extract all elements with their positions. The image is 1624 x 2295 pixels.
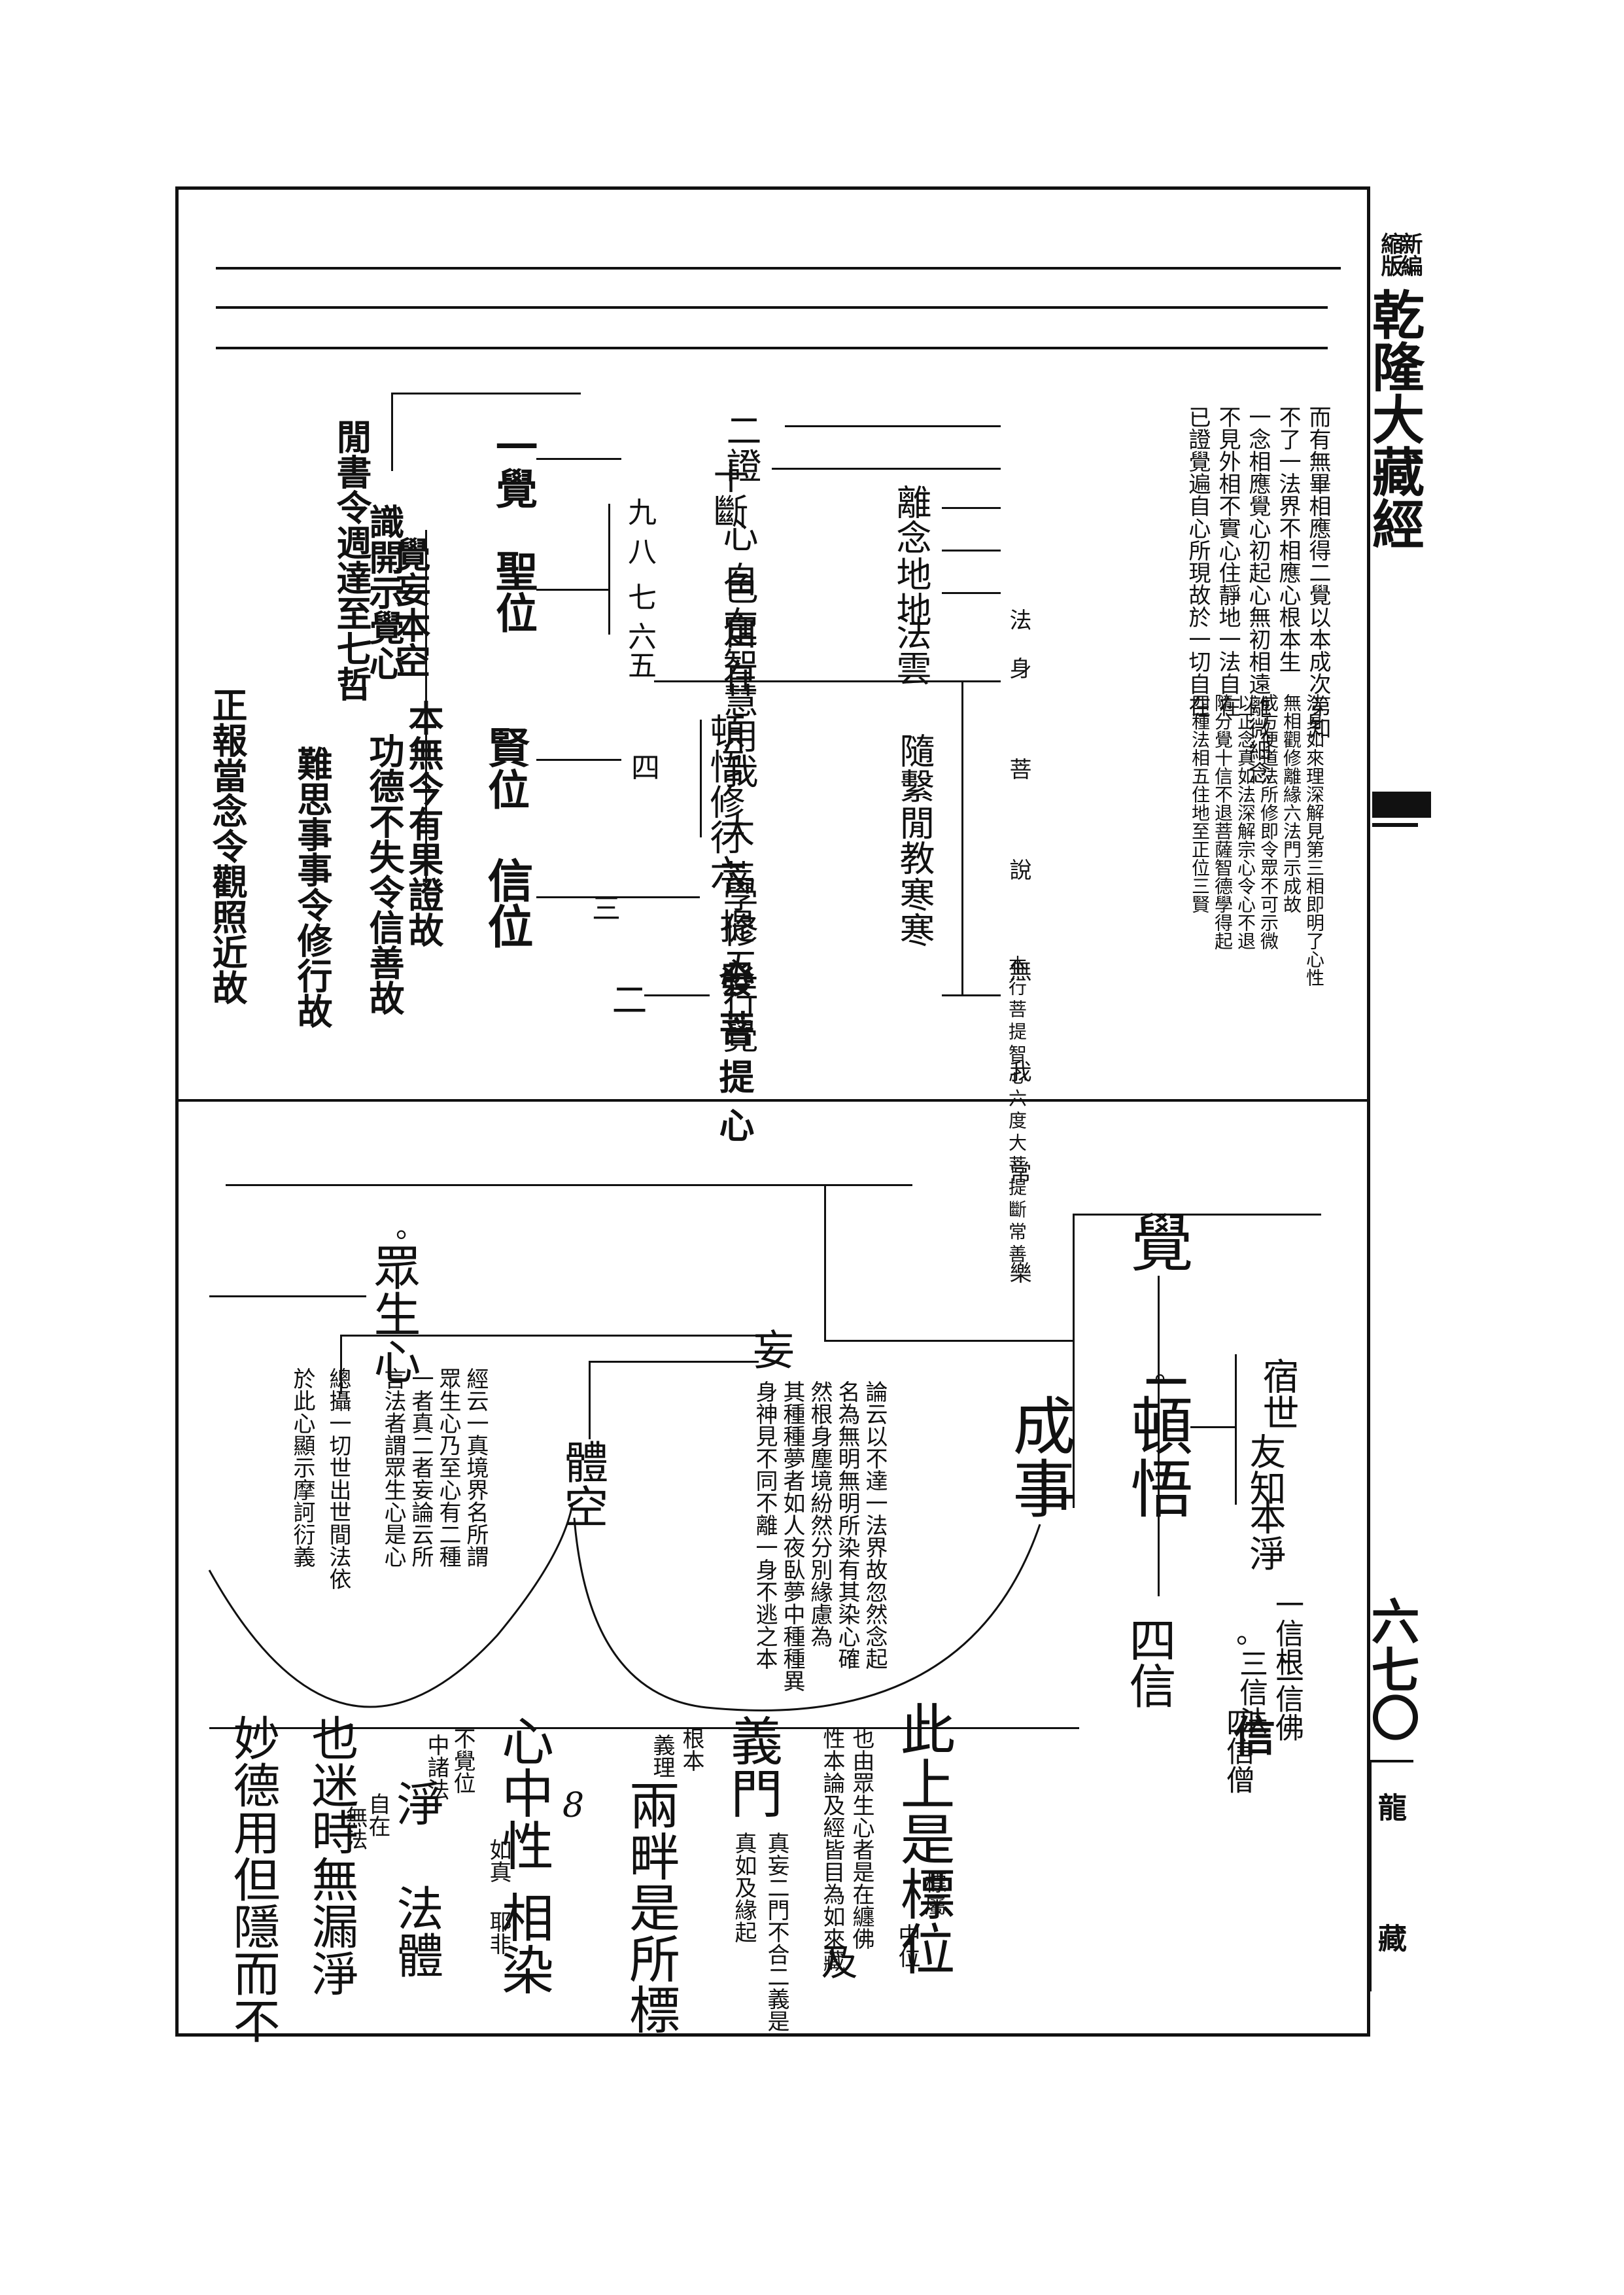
- body-col-7: 義門: [722, 1714, 783, 1819]
- body-col-18: 不覺位: [449, 1727, 475, 1794]
- body-col-17: 耶非: [485, 1910, 511, 1955]
- body-col-21: 自在: [364, 1793, 390, 1837]
- body-col-12: 兩畔是所標: [621, 1779, 680, 2035]
- wang-note-2: 名為無明無明所染有其染心確: [834, 1380, 860, 1670]
- body-col-25: 妙德用但隱而不: [225, 1714, 280, 2044]
- body-col-4: 也由眾生心者是在纏佛: [848, 1727, 874, 1950]
- wang-note-1: 論云以不達一法界故忽然念起: [861, 1380, 888, 1670]
- wang-note-5: 身神見不同不離一身不逃之本: [752, 1380, 778, 1670]
- body-col-15: 如真: [485, 1838, 511, 1883]
- body-col-10: 根本: [678, 1727, 704, 1772]
- zs-note-6: 於此心顯示摩訶衍義: [289, 1367, 315, 1568]
- zs-note-4: 言法者謂眾生心是心: [380, 1367, 406, 1568]
- body-col-6: 及: [815, 1943, 857, 1980]
- zs-note-5: 總攝一切世出世間法依: [325, 1367, 351, 1590]
- wang-note-4: 其種種夢者如人夜臥夢中種種異: [779, 1380, 805, 1692]
- zs-note-1: 經云一真境界名所謂: [462, 1367, 489, 1568]
- body-col-8: 真妄二門不合二義是: [763, 1832, 789, 2032]
- body-col-24: 也迷時無漏淨: [303, 1714, 358, 1997]
- body-col-2: 標屬: [920, 1871, 946, 1916]
- body-col-3: 中位: [894, 1923, 920, 1968]
- body-col-20: 淨: [389, 1779, 443, 1827]
- body-col-11: 義理: [649, 1734, 675, 1778]
- body-col-5: 性本論及經皆目為如來藏: [819, 1727, 845, 1972]
- zs-note-3: 一者真二者妄論云所: [407, 1367, 434, 1568]
- body-col-9: 真如及緣起: [731, 1832, 757, 1943]
- page-margin-8: 8: [562, 1786, 585, 1825]
- body-col-23: 法體: [389, 1884, 443, 1978]
- zs-note-2: 眾生心乃至心有二種: [435, 1367, 461, 1568]
- wang-note-3: 然根身塵境紛然分別緣慮為: [806, 1380, 833, 1647]
